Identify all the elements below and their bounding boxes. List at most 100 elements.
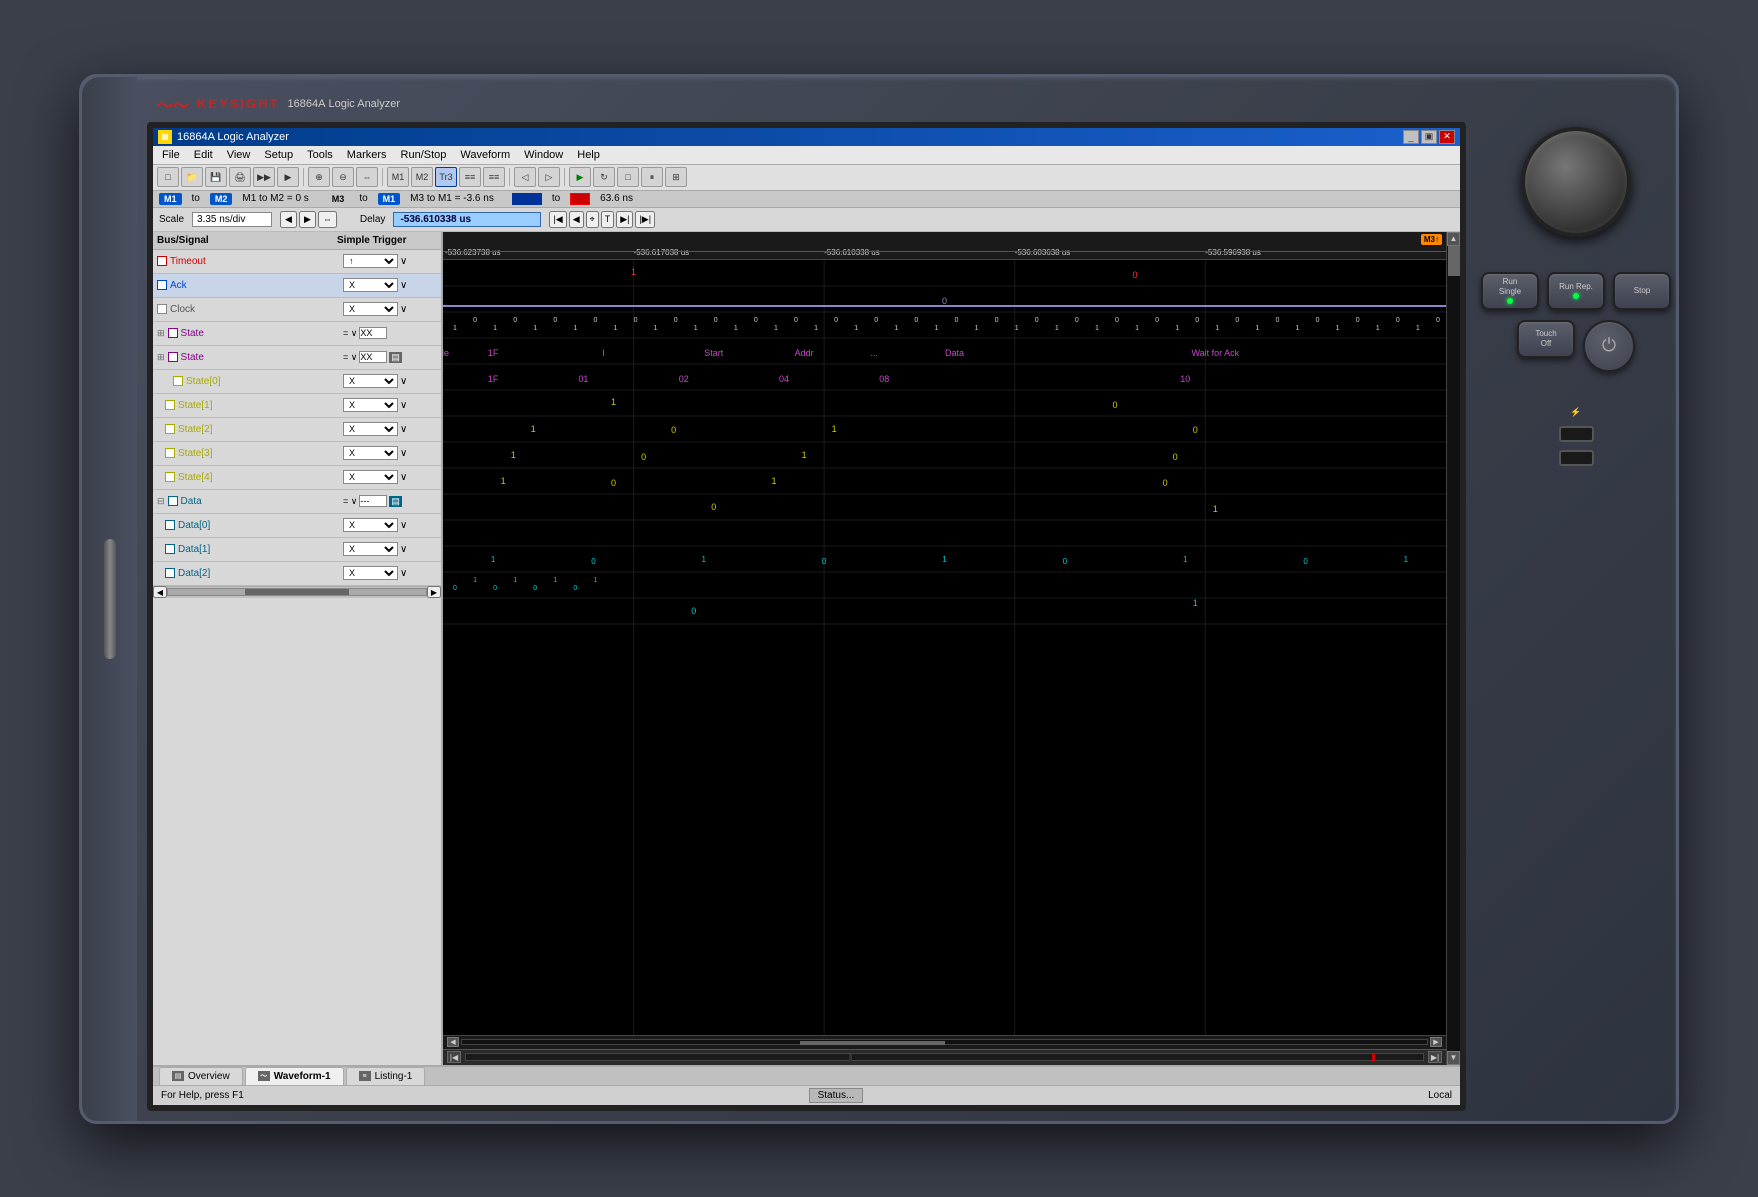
- hscroll-right[interactable]: ▶: [1430, 1037, 1442, 1047]
- hscroll-left[interactable]: ◀: [447, 1037, 459, 1047]
- menu-edit[interactable]: Edit: [188, 147, 219, 163]
- signal-trigger-data1[interactable]: X ∨: [341, 541, 441, 557]
- tb-marker2[interactable]: M2: [411, 167, 433, 187]
- scale-inc-btn[interactable]: ▶: [299, 211, 316, 228]
- expand-state1[interactable]: ⊞: [157, 328, 165, 339]
- tb-zoom-out[interactable]: ⊖: [332, 167, 354, 187]
- tb-new[interactable]: □: [157, 167, 179, 187]
- delay-T-btn[interactable]: T: [601, 211, 615, 228]
- signal-trigger-state2[interactable]: = ∨ ▤: [341, 350, 441, 364]
- nav-start-btn[interactable]: |◀: [447, 1051, 461, 1063]
- sig-scroll-left[interactable]: ◀: [153, 586, 167, 598]
- usb-port-1[interactable]: [1559, 426, 1594, 442]
- tb-run2[interactable]: ▶: [277, 167, 299, 187]
- scale-fit-btn[interactable]: ⇔: [318, 211, 337, 228]
- signal-trigger-ack[interactable]: X ∨: [341, 277, 441, 293]
- tab-waveform[interactable]: 〜 Waveform-1: [245, 1067, 344, 1085]
- restore-button[interactable]: ▣: [1421, 130, 1437, 144]
- minimize-button[interactable]: _: [1403, 130, 1419, 144]
- vscroll-down[interactable]: ▼: [1447, 1051, 1460, 1065]
- tb-fit[interactable]: ⇔: [356, 167, 378, 187]
- title-bar-buttons[interactable]: _ ▣ ✕: [1403, 130, 1455, 144]
- tb-repeat[interactable]: ↻: [593, 167, 615, 187]
- tb-marker3[interactable]: Tr3: [435, 167, 457, 187]
- trigger-select-timeout[interactable]: ↑: [343, 254, 398, 268]
- delay-prev-btn[interactable]: |◀: [549, 211, 566, 228]
- state2-trigger-input[interactable]: [359, 351, 387, 363]
- hscroll-track[interactable]: [461, 1039, 1428, 1045]
- trigger-select-data1[interactable]: X: [343, 542, 398, 556]
- status-button[interactable]: Status...: [809, 1088, 864, 1103]
- state1-trigger-input[interactable]: [359, 327, 387, 339]
- trigger-select-clock[interactable]: X: [343, 302, 398, 316]
- vscroll-up[interactable]: ▲: [1447, 232, 1460, 246]
- trigger-select-state2b[interactable]: X: [343, 422, 398, 436]
- nav-end-btn[interactable]: ▶|: [1428, 1051, 1442, 1063]
- close-button[interactable]: ✕: [1439, 130, 1455, 144]
- menu-markers[interactable]: Markers: [341, 147, 393, 163]
- h-scrollbar[interactable]: ◀ ▶: [443, 1035, 1446, 1049]
- expand-state2[interactable]: ⊞: [157, 352, 165, 363]
- expand-data[interactable]: ⊟: [157, 496, 165, 507]
- delay-mark-btn[interactable]: ⌖: [586, 211, 599, 228]
- menu-waveform[interactable]: Waveform: [454, 147, 516, 163]
- menu-runstop[interactable]: Run/Stop: [395, 147, 453, 163]
- tb-save[interactable]: 💾: [205, 167, 227, 187]
- nav-track[interactable]: [465, 1053, 1424, 1061]
- delay-end-btn[interactable]: ▶|: [616, 211, 633, 228]
- data-trigger-input[interactable]: [359, 495, 387, 507]
- signal-trigger-data[interactable]: = ∨ ▤: [341, 494, 441, 508]
- signal-scrollbar[interactable]: ◀ ▶: [153, 586, 441, 598]
- menu-window[interactable]: Window: [518, 147, 569, 163]
- menu-view[interactable]: View: [221, 147, 257, 163]
- sig-scroll-right[interactable]: ▶: [427, 586, 441, 598]
- menu-tools[interactable]: Tools: [301, 147, 339, 163]
- tb-zoom-in[interactable]: ⊕: [308, 167, 330, 187]
- signal-trigger-state1b[interactable]: X ∨: [341, 397, 441, 413]
- tb-marker4[interactable]: ≡≡: [459, 167, 481, 187]
- signal-trigger-state4[interactable]: X ∨: [341, 469, 441, 485]
- tab-listing[interactable]: ≡ Listing-1: [346, 1067, 426, 1085]
- power-button[interactable]: ⏻: [1583, 320, 1635, 372]
- tb-open[interactable]: 📁: [181, 167, 203, 187]
- trigger-select-ack[interactable]: X: [343, 278, 398, 292]
- signal-trigger-clock[interactable]: X ∨: [341, 301, 441, 317]
- signal-trigger-timeout[interactable]: ↑ ∨: [341, 253, 441, 269]
- tb-run1[interactable]: ▶▶: [253, 167, 275, 187]
- run-rep-button[interactable]: Run Rep.: [1547, 272, 1605, 310]
- signal-trigger-data0[interactable]: X ∨: [341, 517, 441, 533]
- menu-help[interactable]: Help: [571, 147, 606, 163]
- trigger-select-data0[interactable]: X: [343, 518, 398, 532]
- scale-dec-btn[interactable]: ◀: [280, 211, 297, 228]
- vscroll-track[interactable]: [1447, 246, 1460, 1051]
- delay-last-btn[interactable]: |▶|: [635, 211, 655, 228]
- tb-play[interactable]: ▶: [569, 167, 591, 187]
- trigger-select-data2[interactable]: X: [343, 566, 398, 580]
- run-single-button[interactable]: RunSingle: [1481, 272, 1539, 310]
- tb-print[interactable]: 🖨: [229, 167, 251, 187]
- main-knob[interactable]: [1521, 127, 1631, 237]
- trigger-select-state4[interactable]: X: [343, 470, 398, 484]
- touch-off-button[interactable]: TouchOff: [1517, 320, 1575, 358]
- delay-input[interactable]: [393, 212, 541, 227]
- signal-trigger-state2b[interactable]: X ∨: [341, 421, 441, 437]
- sig-scroll-track[interactable]: [167, 588, 427, 596]
- trigger-select-state0[interactable]: X: [343, 374, 398, 388]
- delay-start-btn[interactable]: ◀: [569, 211, 584, 228]
- tb-marker5[interactable]: ≡≡: [483, 167, 505, 187]
- trigger-select-state1b[interactable]: X: [343, 398, 398, 412]
- signal-trigger-state0[interactable]: X ∨: [341, 373, 441, 389]
- signal-trigger-state3[interactable]: X ∨: [341, 445, 441, 461]
- tb-align-left[interactable]: ◁: [514, 167, 536, 187]
- tb-trigger[interactable]: ⊞: [665, 167, 687, 187]
- scale-input[interactable]: [192, 212, 272, 227]
- signal-trigger-state1[interactable]: = ∨: [341, 326, 441, 340]
- tab-overview[interactable]: ▤ Overview: [159, 1067, 243, 1085]
- usb-port-2[interactable]: [1559, 450, 1594, 466]
- tb-marker1[interactable]: M1: [387, 167, 409, 187]
- tb-stop2[interactable]: □: [617, 167, 639, 187]
- signal-trigger-data2[interactable]: X ∨: [341, 565, 441, 581]
- menu-file[interactable]: File: [156, 147, 186, 163]
- stop-button[interactable]: Stop: [1613, 272, 1671, 310]
- tb-pause[interactable]: ⏸: [641, 167, 663, 187]
